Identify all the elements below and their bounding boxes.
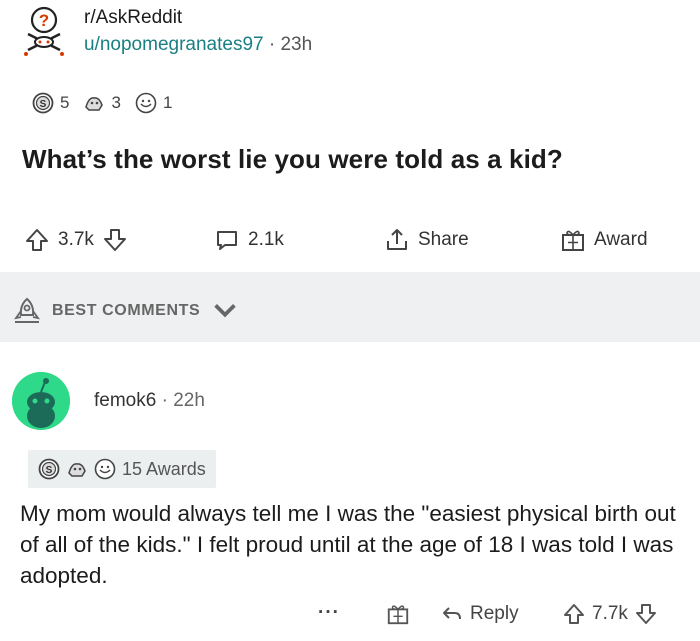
downvote-icon[interactable] (634, 602, 658, 626)
comment-vote-count: 7.7k (592, 603, 628, 624)
comment-vote-group: 7.7k (562, 602, 658, 626)
more-options-button[interactable]: ··· (318, 602, 340, 624)
wholesome-award-icon (135, 92, 157, 114)
comments-button[interactable]: 2.1k (214, 227, 284, 253)
silver-award-count: 5 (60, 93, 70, 112)
comment-card: femok6 · 22h S 15 Awards My mom would al… (0, 342, 700, 641)
post-action-bar: 3.7k 2.1k Share Award (0, 214, 700, 266)
svg-text:?: ? (39, 11, 49, 30)
subreddit-name[interactable]: r/AskReddit (84, 6, 312, 30)
helpful-award-icon (68, 463, 86, 477)
post-time: 23h (280, 34, 313, 55)
comment-award-button[interactable] (386, 602, 410, 626)
post-header: ? r/AskReddit u/nopomegranates97 · 23h (22, 6, 312, 58)
helpful-award-icon (85, 97, 104, 111)
upvote-icon[interactable] (562, 602, 586, 626)
award-label: Award (594, 229, 648, 250)
more-icon: ··· (318, 602, 340, 623)
comment-body: My mom would always tell me I was the "e… (20, 501, 676, 588)
comment-awards[interactable]: S 15 Awards (28, 450, 216, 488)
comment-icon (217, 231, 237, 250)
reply-icon (443, 607, 461, 620)
comment-action-bar: ··· Reply 7.7k (0, 598, 700, 638)
chevron-down-icon (214, 304, 236, 318)
comment-time: 22h (173, 390, 205, 411)
comment-count: 2.1k (248, 229, 284, 250)
post-author[interactable]: u/nopomegranates97 (84, 34, 264, 55)
upvote-icon[interactable] (24, 227, 50, 253)
share-label: Share (418, 229, 469, 250)
subreddit-icon[interactable]: ? (22, 6, 66, 58)
reply-button[interactable]: Reply (440, 602, 519, 626)
rocket-icon (13, 297, 41, 323)
wholesome-award-count: 1 (162, 93, 173, 112)
sort-label: BEST COMMENTS (52, 302, 201, 319)
meta-separator: · (268, 34, 276, 55)
svg-text:S: S (46, 465, 53, 476)
share-icon (387, 229, 407, 250)
reply-label: Reply (470, 603, 519, 624)
award-button[interactable]: Award (560, 227, 648, 253)
gift-icon (562, 230, 584, 251)
silver-award-icon: S (38, 458, 60, 480)
share-button[interactable]: Share (384, 227, 469, 253)
awards-count-label: 15 Awards (122, 458, 206, 479)
meta-separator: · (161, 390, 168, 411)
silver-award-icon: S (32, 92, 54, 114)
svg-text:S: S (40, 99, 47, 110)
comment-header: femok6 · 22h (12, 372, 205, 430)
gift-icon (387, 605, 409, 625)
comment-author[interactable]: femok6 (94, 390, 156, 411)
wholesome-award-icon (94, 458, 116, 480)
post-vote-count: 3.7k (58, 229, 94, 250)
downvote-icon[interactable] (102, 227, 128, 253)
sort-dropdown[interactable]: BEST COMMENTS (12, 296, 240, 326)
post-card: ? r/AskReddit u/nopomegranates97 · 23h S… (0, 0, 700, 272)
helpful-award-count: 3 (111, 93, 121, 112)
avatar[interactable] (12, 372, 70, 430)
post-awards[interactable]: S 5 3 1 (32, 92, 180, 114)
post-title[interactable]: What’s the worst lie you were told as a … (22, 144, 563, 175)
vote-group: 3.7k (24, 227, 128, 253)
